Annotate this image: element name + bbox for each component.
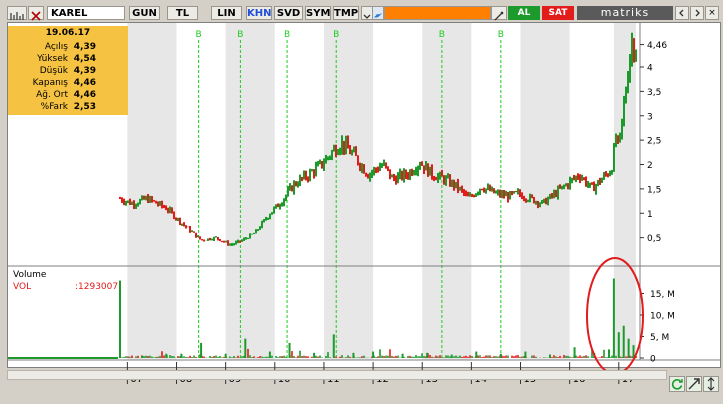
- info-value: 4,46: [73, 90, 96, 100]
- volume-series-label: VOL: [13, 282, 32, 292]
- price-tick-label: 1: [647, 210, 653, 220]
- signal-marker: B: [284, 30, 290, 40]
- price-tick-label: 3: [647, 112, 653, 122]
- price-tick-label: 1,5: [647, 185, 661, 195]
- info-row-avg: Ağ. Ort 4,46: [8, 90, 128, 101]
- info-label: Açılış: [44, 42, 68, 52]
- volume-value: :1293007: [75, 282, 119, 292]
- year-band: [225, 23, 275, 360]
- info-value: 4,39: [73, 42, 96, 52]
- info-label: %Fark: [40, 102, 68, 112]
- year-band: [613, 23, 636, 360]
- price-tick-label: 2,5: [647, 137, 661, 147]
- year-band: [323, 23, 374, 360]
- volume-panel-title: Volume: [13, 270, 47, 280]
- volume-tick-label: 5, M: [650, 333, 669, 343]
- info-label: Kapanış: [32, 78, 68, 88]
- info-date: 19.06.17: [45, 28, 91, 38]
- info-label: Ağ. Ort: [36, 90, 68, 100]
- info-row-open: Açılış 4,39: [8, 42, 128, 53]
- info-value: 2,53: [73, 102, 96, 112]
- info-row-change: %Fark 2,53: [8, 102, 128, 113]
- info-value: 4,46: [73, 78, 96, 88]
- chart-window: KAREL GUN TL LIN KHN SVD SYM TMP AL SAT …: [0, 0, 723, 404]
- expand-button[interactable]: [686, 376, 702, 392]
- price-tick-label: 4,46: [647, 41, 667, 51]
- price-tick-label: 0,5: [647, 234, 661, 244]
- signal-marker: B: [196, 30, 202, 40]
- horizontal-scrollbar[interactable]: [7, 370, 667, 380]
- info-row-close: Kapanış 4,46: [8, 78, 128, 89]
- price-tick-label: 3,5: [647, 88, 661, 98]
- volume-tick-label: 0: [650, 355, 656, 365]
- expand-icon: [688, 378, 700, 390]
- info-value: 4,54: [73, 54, 96, 64]
- info-value: 4,39: [73, 66, 96, 76]
- volume-tick-label: 10, M: [650, 312, 675, 322]
- info-row-high: Yüksek 4,54: [8, 54, 128, 65]
- volume-tick-label: 15, M: [650, 290, 675, 300]
- signal-marker: B: [237, 30, 243, 40]
- price-tick-label: 4: [647, 64, 653, 74]
- info-label: Yüksek: [37, 54, 68, 64]
- year-band: [520, 23, 570, 360]
- volume-legend: VOL :1293007: [13, 282, 118, 292]
- chart-options-button[interactable]: [703, 376, 719, 392]
- price-tick-label: 2: [647, 161, 653, 171]
- signal-marker: B: [439, 30, 445, 40]
- refresh-button[interactable]: [669, 376, 685, 392]
- refresh-icon: [671, 379, 683, 390]
- ohlc-info-panel: 19.06.17 Açılış 4,39 Yüksek 4,54 Düşük 4,39…: [8, 26, 128, 115]
- volume-y-ticks: 15, M 10, M 5, M 0: [640, 290, 675, 365]
- price-y-ticks: 0,5 1 1,5 2 2,5 3 3,5 4 4,46: [640, 41, 667, 244]
- signal-marker: B: [498, 30, 504, 40]
- info-row-low: Düşük 4,39: [8, 66, 128, 77]
- up-down-icon: [707, 377, 715, 391]
- info-label: Düşük: [39, 66, 68, 76]
- signal-marker: B: [333, 30, 339, 40]
- year-shading: [127, 23, 636, 360]
- year-band: [127, 23, 177, 360]
